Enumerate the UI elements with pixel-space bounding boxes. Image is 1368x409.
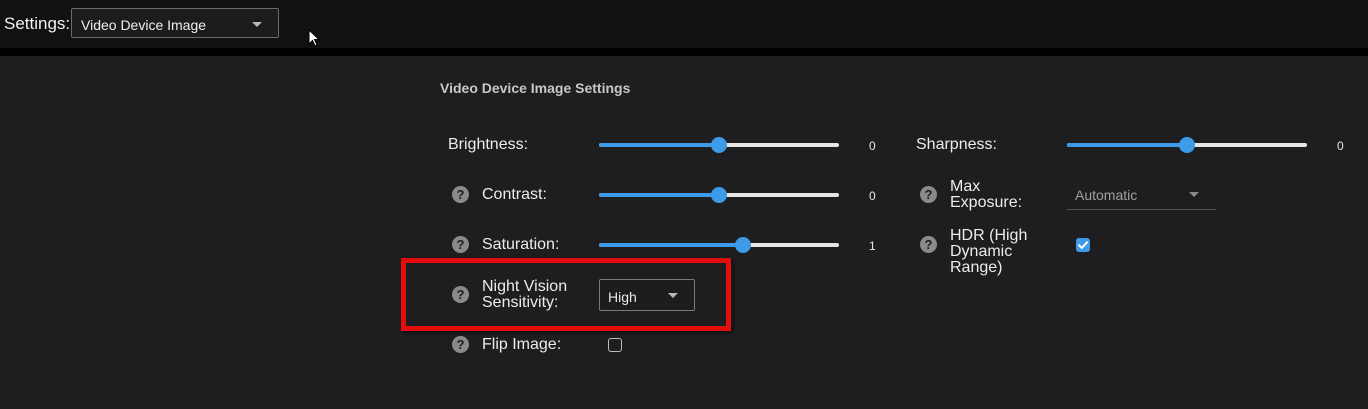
- contrast-slider[interactable]: [599, 185, 839, 205]
- flip-image-checkbox[interactable]: [608, 338, 622, 352]
- hdr-label-line2: Dynamic: [950, 243, 1013, 260]
- saturation-slider[interactable]: [599, 235, 839, 255]
- saturation-value: 1: [869, 239, 876, 253]
- hdr-checkbox[interactable]: [1076, 238, 1090, 252]
- slider-thumb[interactable]: [1179, 137, 1195, 153]
- sharpness-slider[interactable]: [1067, 135, 1307, 155]
- slider-fill: [599, 193, 719, 197]
- chevron-down-icon: [252, 22, 262, 27]
- settings-label: Settings:: [4, 14, 71, 33]
- hdr-label-line3: Range): [950, 259, 1003, 276]
- section-title: Video Device Image Settings: [440, 80, 631, 96]
- max-exposure-select-value: Automatic: [1075, 187, 1138, 203]
- help-icon[interactable]: ?: [452, 236, 469, 253]
- help-icon[interactable]: ?: [452, 186, 469, 203]
- help-icon[interactable]: ?: [920, 186, 937, 203]
- brightness-slider[interactable]: [599, 135, 839, 155]
- slider-fill: [1067, 143, 1187, 147]
- max-exposure-label-line1: Max: [950, 178, 981, 195]
- help-icon[interactable]: ?: [452, 336, 469, 353]
- max-exposure-select[interactable]: Automatic: [1067, 178, 1216, 210]
- saturation-label: Saturation:: [482, 236, 560, 253]
- mouse-pointer-icon: [308, 29, 320, 47]
- max-exposure-label-line2: Exposure:: [950, 194, 1023, 211]
- sharpness-value: 0: [1337, 139, 1344, 153]
- brightness-value: 0: [869, 139, 876, 153]
- top-bar-divider: [0, 48, 1368, 56]
- contrast-label: Contrast:: [482, 186, 547, 203]
- settings-select[interactable]: Video Device Image: [71, 8, 279, 38]
- flip-image-label: Flip Image:: [482, 336, 562, 353]
- sharpness-label: Sharpness:: [916, 136, 997, 153]
- brightness-label: Brightness:: [448, 136, 529, 153]
- hdr-label-line1: HDR (High: [950, 227, 1028, 244]
- slider-thumb[interactable]: [711, 187, 727, 203]
- chevron-down-icon: [1189, 192, 1199, 197]
- contrast-value: 0: [869, 189, 876, 203]
- highlight-box: [401, 258, 731, 331]
- help-icon[interactable]: ?: [920, 236, 937, 253]
- slider-thumb[interactable]: [711, 137, 727, 153]
- slider-thumb[interactable]: [735, 237, 751, 253]
- slider-fill: [599, 143, 719, 147]
- settings-select-value: Video Device Image: [81, 17, 207, 33]
- slider-fill: [599, 243, 743, 247]
- check-icon: [1078, 241, 1088, 249]
